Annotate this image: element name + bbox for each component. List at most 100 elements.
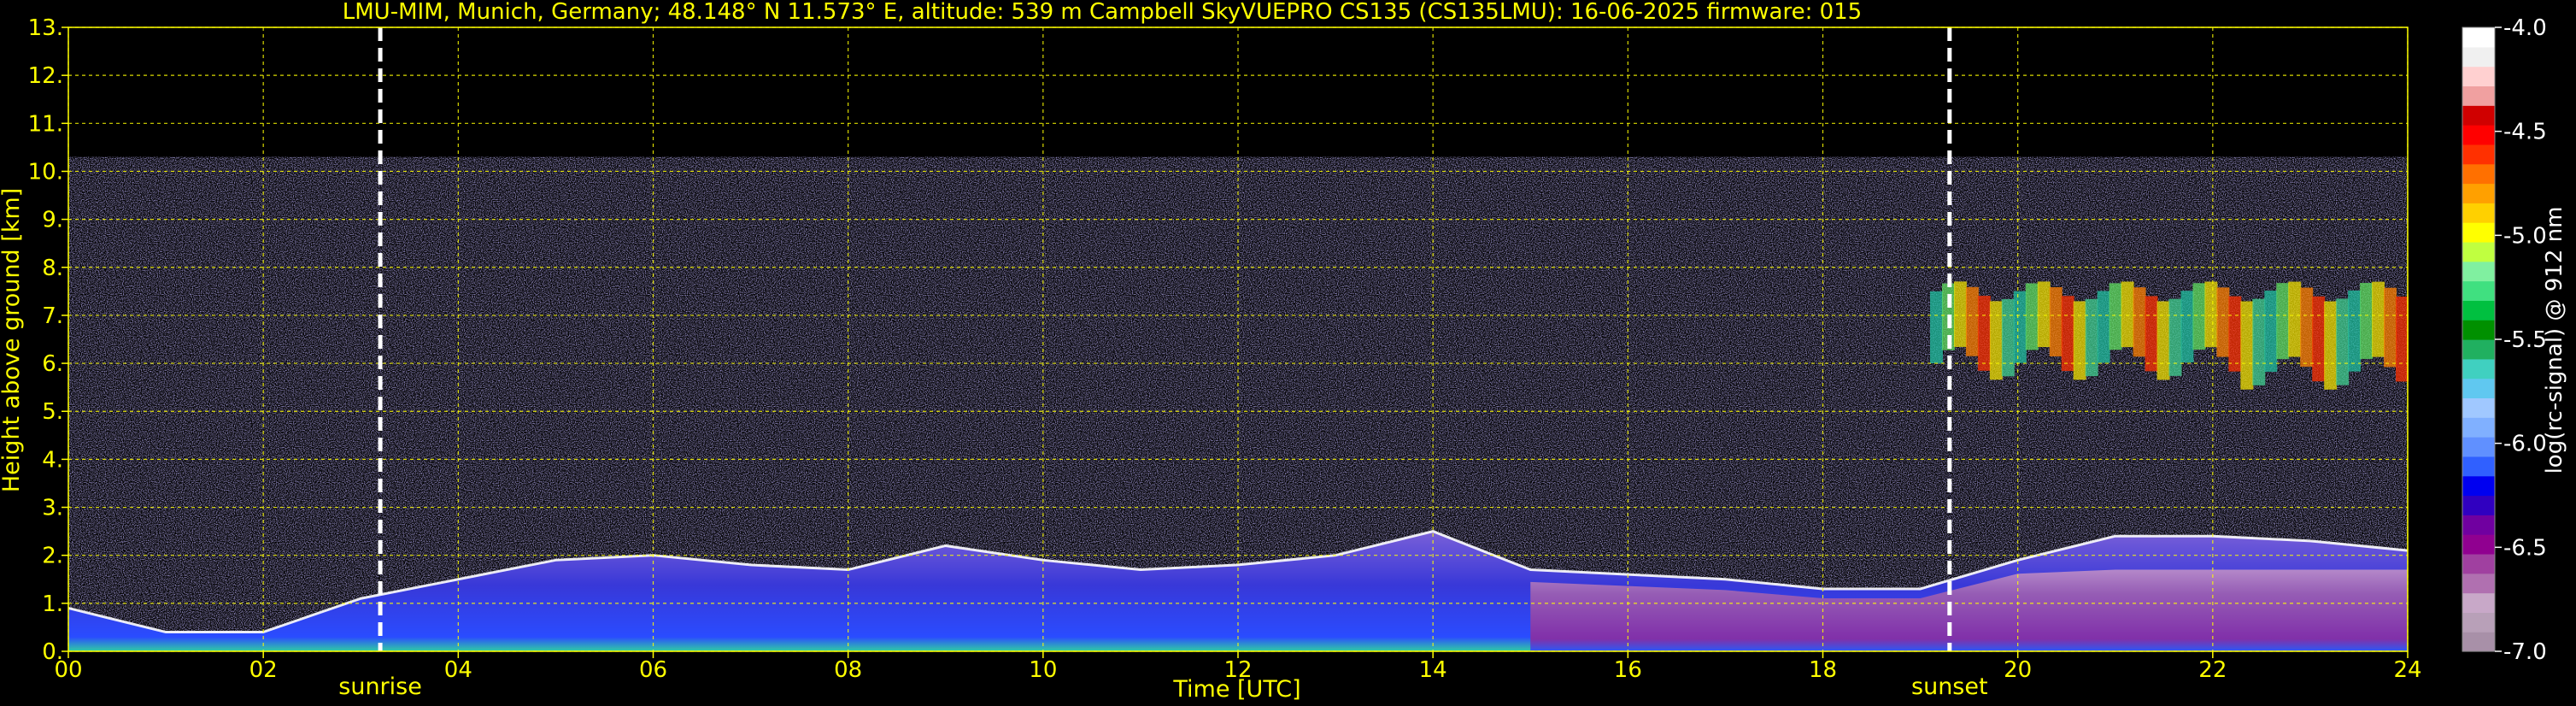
cirrus-segment [2085, 298, 2098, 377]
cirrus-segment [2228, 296, 2242, 372]
cirrus-segment [2300, 287, 2314, 368]
colorbar-swatch [2462, 66, 2495, 87]
marker-label-sunset: sunset [1911, 674, 1988, 700]
y-tick-label: 2. [42, 544, 63, 569]
colorbar-label: log(rc-signal) @ 912 nm [2542, 207, 2567, 474]
cirrus-segment [2133, 287, 2146, 357]
colorbar-tick-label: -5.0 [2503, 223, 2547, 249]
colorbar: -4.0 -4.5 -5.0 -5.5 -6.0 -6.5 -7.0 log(rc-sign… [2462, 15, 2567, 665]
colorbar-swatch [2462, 339, 2495, 360]
cirrus-segment [2348, 290, 2362, 372]
colorbar-ticks: -4.0 -4.5 -5.0 -5.5 -6.0 -6.5 -7.0 [2495, 15, 2547, 665]
cirrus-segment [2384, 287, 2397, 368]
colorbar-swatch [2462, 105, 2495, 126]
x-tick-label: 02 [249, 657, 278, 683]
colorbar-swatch [2462, 553, 2495, 574]
x-tick-label: 16 [1614, 657, 1642, 683]
y-tick-label: 9. [42, 208, 63, 233]
x-tick-label: 04 [444, 657, 472, 683]
y-tick-label: 8. [42, 256, 63, 281]
y-tick-label: 5. [42, 399, 63, 425]
cirrus-segment [2372, 281, 2385, 357]
colorbar-swatch [2462, 241, 2495, 262]
cirrus-segment [1989, 301, 2003, 380]
colorbar-swatch [2462, 300, 2495, 321]
colorbar-swatch [2462, 144, 2495, 165]
y-tick-label: 10. [28, 159, 63, 185]
y-tick-label: 6. [42, 351, 63, 377]
colorbar-swatches [2462, 27, 2495, 652]
colorbar-swatch [2462, 85, 2495, 106]
cirrus-segment [1977, 296, 1991, 371]
cirrus-segment [2145, 296, 2158, 372]
cirrus-segment [2312, 296, 2326, 382]
cirrus-segment [1965, 286, 1979, 356]
colorbar-swatch [2462, 163, 2495, 185]
y-tick-label: 3. [42, 496, 63, 521]
cirrus-segment [2180, 291, 2194, 363]
cirrus-segment [2037, 281, 2051, 348]
cirrus-segment [2396, 296, 2409, 382]
y-tick-label: 12. [28, 63, 63, 89]
y-tick-label: 7. [42, 303, 63, 329]
cirrus-segment [2216, 287, 2230, 357]
x-tick-label: 24 [2393, 657, 2421, 683]
cirrus-segment [2360, 283, 2374, 359]
colorbar-swatch [2462, 378, 2495, 399]
colorbar-tick-label: -6.0 [2503, 432, 2547, 457]
colorbar-swatch [2462, 573, 2495, 594]
cirrus-segment [2240, 301, 2254, 390]
x-tick-label: 10 [1029, 657, 1057, 683]
cirrus-segment [2168, 298, 2182, 376]
cirrus-segment [2061, 296, 2074, 372]
y-axis-label: Height above ground [km] [0, 188, 25, 492]
x-tick-label: 20 [2004, 657, 2032, 683]
colorbar-tick-label: -5.5 [2503, 327, 2547, 353]
x-tick-label: 00 [54, 657, 82, 683]
cirrus-segment [2049, 286, 2063, 356]
cirrus-segment [2192, 283, 2206, 350]
y-tick-label: 11. [28, 111, 63, 137]
cirrus-segment [2013, 291, 2027, 363]
colorbar-tick-label: -7.0 [2503, 639, 2547, 665]
colorbar-swatch [2462, 632, 2495, 652]
colorbar-swatch [2462, 437, 2495, 457]
cirrus-segment [2001, 298, 2015, 377]
cirrus-segment [2252, 298, 2266, 385]
x-tick-label: 06 [639, 657, 667, 683]
plot-area: sunrise sunset [67, 26, 2409, 700]
cirrus-segment [2109, 283, 2122, 350]
cirrus-segment [2288, 281, 2302, 357]
cirrus-segment [1929, 291, 1943, 364]
cirrus-segment [2097, 291, 2110, 363]
colorbar-swatch [2462, 475, 2495, 497]
x-axis-label: Time [UTC] [1172, 676, 1300, 703]
y-axis: 0.1.2.3.4.5.6.7.8.9.10.11.12.13. [28, 15, 68, 665]
colorbar-swatch [2462, 358, 2495, 379]
colorbar-swatch [2462, 592, 2495, 613]
colorbar-tick-label: -4.5 [2503, 120, 2547, 145]
colorbar-tick-label: -4.0 [2503, 15, 2547, 41]
colorbar-swatch [2462, 495, 2495, 515]
chart-title: LMU-MIM, Munich, Germany; 48.148° N 11.5… [343, 0, 1862, 25]
x-tick-label: 14 [1419, 657, 1447, 683]
colorbar-swatch [2462, 515, 2495, 535]
y-tick-label: 4. [42, 447, 63, 473]
colorbar-swatch [2462, 183, 2495, 203]
colorbar-swatch [2462, 320, 2495, 340]
colorbar-tick-label: -6.5 [2503, 535, 2547, 561]
cirrus-segment [2276, 283, 2290, 360]
ceilometer-chart: sunrise sunset 0.1.2.3.4.5.6.7.8.9.10.11.… [0, 0, 2567, 703]
cirrus-segment [2324, 301, 2338, 390]
cirrus-segment [2121, 281, 2134, 348]
colorbar-swatch [2462, 456, 2495, 477]
colorbar-swatch [2462, 280, 2495, 301]
cirrus-segment [1953, 281, 1967, 347]
colorbar-swatch [2462, 125, 2495, 145]
cirrus-segment [2204, 281, 2218, 348]
marker-label-sunrise: sunrise [338, 674, 422, 700]
colorbar-swatch [2462, 397, 2495, 418]
colorbar-swatch [2462, 46, 2495, 68]
cirrus-segment [2156, 301, 2170, 380]
colorbar-swatch [2462, 203, 2495, 223]
